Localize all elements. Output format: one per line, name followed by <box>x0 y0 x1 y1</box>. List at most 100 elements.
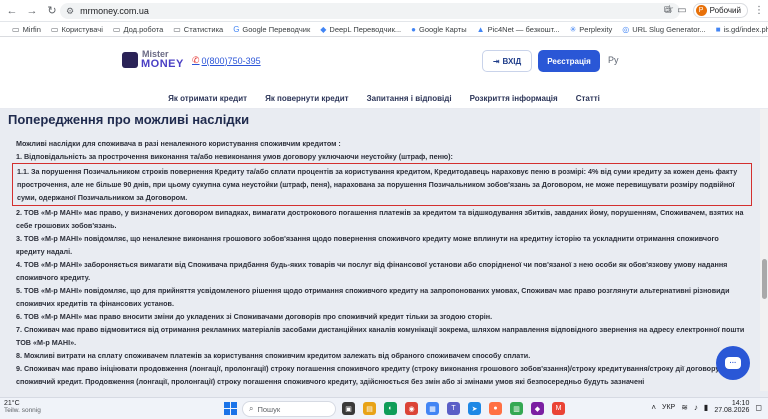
folder-icon: ▭ <box>50 24 59 34</box>
perplexity-icon: ✳ <box>569 24 577 34</box>
slug-icon: ◎ <box>622 24 630 34</box>
login-button[interactable]: ⇥ ВХІД <box>482 50 532 72</box>
menu-icon[interactable]: ⋮ <box>754 5 764 16</box>
tray-language[interactable]: УКР <box>662 404 675 411</box>
paragraph: 3. ТОВ «М-р МАНІ» повідомляє, що неналеж… <box>16 234 719 256</box>
address-bar[interactable]: ⚙ mrmoney.com.ua ☆ <box>60 3 680 19</box>
bookmark-item[interactable]: ◆ DeepL Переводчик... <box>320 25 401 34</box>
bookmark-item[interactable]: ▭ Користувачі <box>51 25 103 34</box>
battery-icon[interactable]: ▮ <box>704 403 708 412</box>
bookmark-label: Google Переводчик <box>242 24 311 34</box>
gmail-icon[interactable]: M <box>552 402 565 415</box>
bookmark-item[interactable]: G Google Переводчик <box>233 25 310 34</box>
bookmark-item[interactable]: ✳ Perplexity <box>570 25 613 34</box>
back-icon[interactable]: ← <box>4 3 20 19</box>
login-label: ВХІД <box>502 56 522 66</box>
page-title: Попередження про можливі наслідки <box>8 112 250 127</box>
folder-icon: ▭ <box>12 24 20 34</box>
paragraph: 5. ТОВ «М-р МАНІ» повідомляє, що для при… <box>16 286 730 308</box>
main-content: Попередження про можливі наслідки Можлив… <box>0 109 760 391</box>
paragraph: 9. Споживач має право ініціювати продовж… <box>16 364 735 386</box>
browser-toolbar: ← → ↻ ⚙ mrmoney.com.ua ☆ ⧉ ▭ P Робочий ⋮ <box>0 0 768 22</box>
folder-icon: ▭ <box>112 24 121 34</box>
file-explorer-icon[interactable]: ▤ <box>363 402 376 415</box>
extensions-icon[interactable]: ⧉ <box>664 5 671 16</box>
search-placeholder: Пошук <box>257 404 281 414</box>
wifi-icon[interactable]: ≋ <box>681 403 688 412</box>
bookmark-label: DeepL Переводчик... <box>329 24 402 34</box>
reload-icon[interactable]: ↻ <box>44 3 60 19</box>
sheets-icon[interactable]: ▥ <box>510 402 523 415</box>
maps-icon: ● <box>411 24 416 34</box>
app-icon[interactable]: ● <box>489 402 502 415</box>
isgd-icon: ■ <box>715 24 721 34</box>
bookmark-item[interactable]: ▭ Mirfin <box>12 25 41 34</box>
logo-hat-icon <box>122 52 138 68</box>
chat-icon: ··· <box>725 357 741 369</box>
clock[interactable]: 14:10 27.08.2026 <box>714 400 749 414</box>
forward-icon[interactable]: → <box>24 3 40 19</box>
site-info-icon[interactable]: ⚙ <box>66 6 74 17</box>
sidebar-icon[interactable]: ▭ <box>677 5 686 16</box>
pic4net-icon: ▲ <box>476 24 485 34</box>
bookmark-item[interactable]: ● Google Карты <box>411 25 466 34</box>
teams-icon[interactable]: T <box>447 402 460 415</box>
phone-link[interactable]: ✆ 0(800)750-395 <box>192 55 261 66</box>
paragraph: 7. Споживач має право відмовитися від от… <box>16 325 745 347</box>
login-icon: ⇥ <box>492 56 500 66</box>
register-button[interactable]: Реєстрація <box>538 50 600 72</box>
paragraph: 4. ТОВ «М-р МАНІ» забороняється вимагати… <box>16 260 728 282</box>
taskbar: 21°C Teilw. sonnig ⌕ Пошук ▣ ▤ ◐ ◉ ▦ T ➤… <box>0 397 768 419</box>
bookmark-item[interactable]: ■is.gd/index.php <box>716 25 768 34</box>
task-view-icon[interactable]: ▣ <box>342 402 355 415</box>
start-icon[interactable] <box>224 402 237 415</box>
nav-link-faq[interactable]: Запитання і відповіді <box>367 94 452 103</box>
bookmark-label: URL Slug Generator... <box>632 24 706 34</box>
bookmark-label: Perplexity <box>579 24 613 34</box>
bookmark-label: Дод.робота <box>123 24 164 34</box>
system-tray: ˄ УКР ≋ ♪ ▮ 14:10 27.08.2026 ◻ <box>651 400 762 414</box>
bookmark-label: Google Карты <box>419 24 467 34</box>
paragraph: 1. Відповідальність за прострочення вико… <box>16 152 453 161</box>
scrollbar-thumb[interactable] <box>762 259 767 299</box>
page-scrollbar[interactable] <box>760 109 768 391</box>
nav-link-articles[interactable]: Статті <box>576 94 600 103</box>
edge-icon[interactable]: ◐ <box>384 402 397 415</box>
clock-date: 27.08.2026 <box>714 407 750 414</box>
bookmark-item[interactable]: ▭ Статистика <box>173 25 223 34</box>
deepl-icon: ◆ <box>320 24 327 34</box>
site-header: Mister MONEY ✆ 0(800)750-395 ⇥ ВХІД Реєс… <box>0 37 768 89</box>
nav-link-repay-credit[interactable]: Як повернути кредит <box>265 94 349 103</box>
app-icon[interactable]: ◆ <box>531 402 544 415</box>
highlighted-paragraph: 1.1. За порушення Позичальником строків … <box>12 163 752 206</box>
chrome-icon[interactable]: ◉ <box>405 402 418 415</box>
browser-tools: ⧉ ▭ P Робочий ⋮ <box>664 3 764 18</box>
bookmark-item[interactable]: ▲ Pic4Net — безкошт... <box>477 25 560 34</box>
volume-icon[interactable]: ♪ <box>694 403 698 412</box>
logo-text-bottom: MONEY <box>141 58 184 70</box>
paragraph: 6. ТОВ «М-р МАНІ» має право вносити змін… <box>16 312 493 321</box>
chat-button[interactable]: ··· <box>716 346 750 380</box>
bookmark-label: Mirfin <box>22 24 41 34</box>
bookmarks-bar: ▭ Mirfin ▭ Користувачі ▭ Дод.робота ▭ Статис… <box>0 22 768 37</box>
nav-link-disclosure[interactable]: Розкриття інформація <box>470 94 558 103</box>
weather-widget[interactable]: 21°C Teilw. sonnig <box>4 400 41 414</box>
profile-button[interactable]: P Робочий <box>692 3 748 18</box>
chevron-up-icon[interactable]: ˄ <box>651 403 656 412</box>
telegram-icon[interactable]: ➤ <box>468 402 481 415</box>
clock-time: 14:10 <box>731 400 750 407</box>
folder-icon: ▭ <box>173 24 181 34</box>
taskbar-search[interactable]: ⌕ Пошук <box>242 401 336 417</box>
bookmark-item[interactable]: ▭ Дод.робота <box>113 25 163 34</box>
paragraph: 8. Можливі витрати на сплату споживачем … <box>16 351 531 360</box>
language-switch[interactable]: Ру <box>608 55 619 65</box>
site-logo[interactable]: Mister MONEY <box>122 48 183 74</box>
store-icon[interactable]: ▦ <box>426 402 439 415</box>
nav-link-get-credit[interactable]: Як отримати кредит <box>168 94 247 103</box>
bookmark-label: Статистика <box>183 24 224 34</box>
notification-icon[interactable]: ◻ <box>755 403 762 412</box>
profile-avatar: P <box>695 5 707 16</box>
warning-text: Можливі наслідки для споживача в разі не… <box>12 137 752 388</box>
paragraph: Можливі наслідки для споживача в разі не… <box>16 139 341 148</box>
bookmark-item[interactable]: ◎ URL Slug Generator... <box>622 25 706 34</box>
